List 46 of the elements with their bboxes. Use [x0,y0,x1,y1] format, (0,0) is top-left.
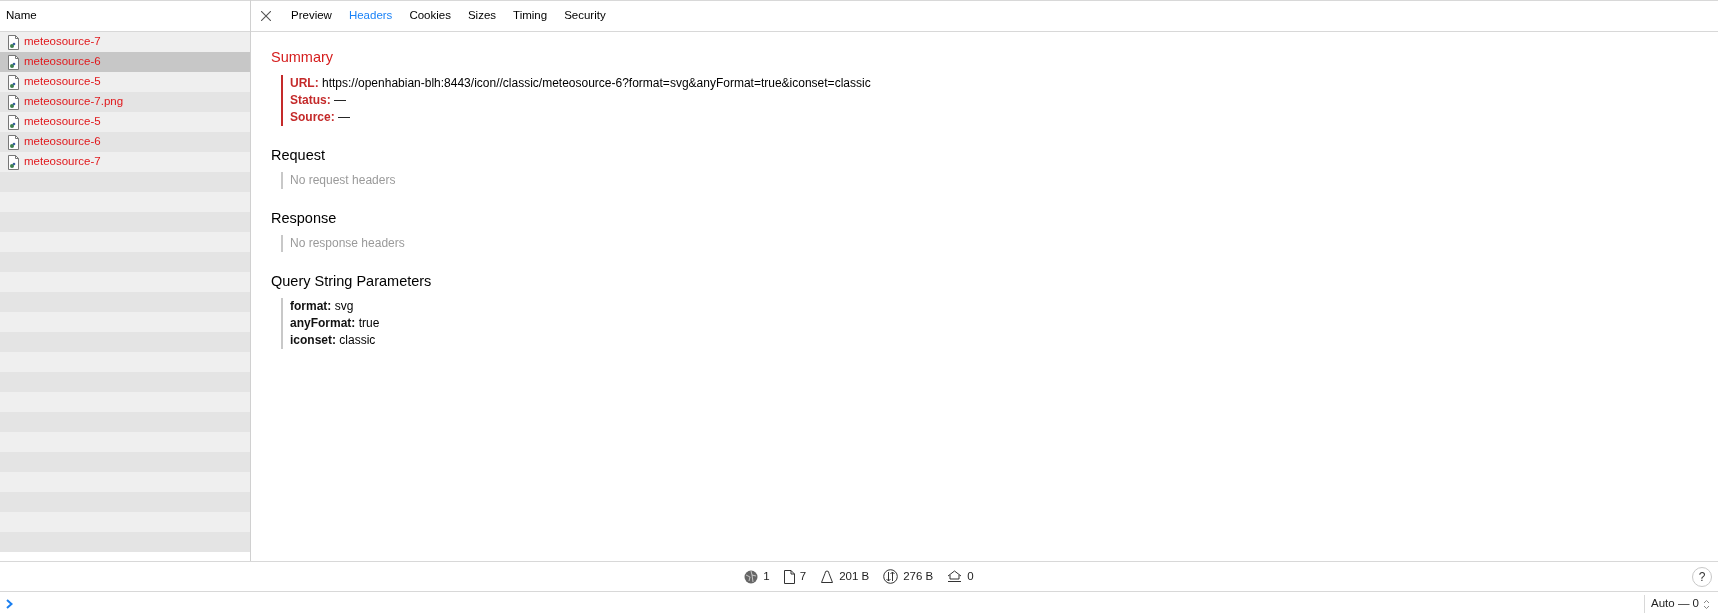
prompt-icon [6,599,13,609]
file-icon [8,34,19,50]
tab[interactable]: Cookies [409,7,451,25]
transfer-icon [883,569,899,584]
header-line: iconset: classic [290,332,377,349]
section-heading: Request [271,146,326,164]
request-row[interactable]: meteosource-5 [0,112,250,132]
empty-message: No response headers [290,235,406,252]
tab[interactable]: Preview [291,7,332,25]
file-icon [8,54,19,70]
file-icon [8,94,19,110]
section-heading: Query String Parameters [271,272,433,290]
tab[interactable]: Sizes [467,7,497,25]
header-line: URL: https://openhabian-blh:8443/icon//classic/meteosource-6?format=svg&anyFormat=true&iconset=classic [290,75,872,92]
cache-icon [947,570,963,583]
empty-message: No request headers [290,172,397,189]
header-line: anyFormat: true [290,315,381,332]
request-row[interactable]: meteosource-7.png [0,92,250,112]
column-header[interactable]: Name [6,7,37,25]
request-row[interactable]: meteosource-7 [0,32,250,52]
stepper-icon[interactable] [1703,598,1710,610]
weight-icon [820,570,835,583]
section-heading: Response [271,209,338,227]
header-line: Source: — [290,109,352,126]
document-icon [783,569,795,584]
globe-icon [744,569,759,584]
file-icon [8,114,19,130]
file-icon [8,74,19,90]
request-row[interactable]: meteosource-6 [0,132,250,152]
request-row[interactable]: meteosource-7 [0,152,250,172]
tab[interactable]: Headers [348,7,393,25]
file-icon [8,154,19,170]
file-icon [8,134,19,150]
status-count: 201 B [839,568,870,584]
status-count: 276 B [903,568,934,584]
console-mode[interactable]: Auto — 0 [1651,595,1699,613]
header-line: Status: — [290,92,347,109]
status-count: 7 [799,568,807,584]
tab[interactable]: Security [564,7,606,25]
header-line: format: svg [290,298,355,315]
status-count: 1 [763,568,770,584]
close-icon[interactable] [261,11,271,21]
tab[interactable]: Timing [513,7,548,25]
section-heading: Summary [271,48,335,66]
request-row[interactable]: meteosource-5 [0,72,250,92]
status-count: 0 [967,568,974,584]
